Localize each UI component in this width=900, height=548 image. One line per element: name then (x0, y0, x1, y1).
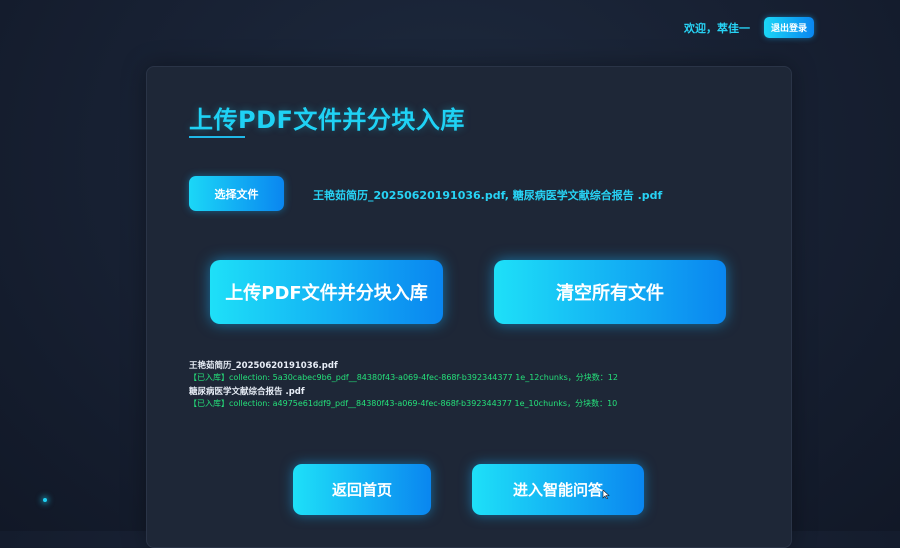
clear-all-files-button[interactable]: 清空所有文件 (494, 260, 726, 324)
file-name: 糖尿病医学文献综合报告 .pdf (189, 387, 305, 397)
logout-button[interactable]: 退出登录 (763, 17, 814, 38)
list-item: 王艳茹简历_20250620191036.pdf 【已入库】collection… (189, 361, 618, 383)
enter-qa-button[interactable]: 进入智能问答 (472, 464, 644, 515)
file-name: 王艳茹简历_20250620191036.pdf (189, 361, 338, 371)
top-bar: 欢迎，萃佳一 退出登录 (684, 17, 814, 38)
file-status: 【已入库】collection: 5a30cabec9b6_pdf__84380… (189, 373, 618, 382)
page-title: 上传PDF文件并分块入库 (189, 106, 465, 134)
upload-card: 上传PDF文件并分块入库 选择文件 王艳茹简历_20250620191036.p… (146, 66, 792, 548)
welcome-text: 欢迎，萃佳一 (683, 21, 750, 35)
list-item: 糖尿病医学文献综合报告 .pdf 【已入库】collection: a4975e… (189, 387, 618, 409)
decorative-glow-dot (43, 498, 47, 502)
upload-and-chunk-button[interactable]: 上传PDF文件并分块入库 (210, 260, 443, 324)
selected-files-text: 王艳茹简历_20250620191036.pdf, 糖尿病医学文献综合报告 .p… (313, 189, 663, 202)
back-to-home-button[interactable]: 返回首页 (293, 464, 431, 515)
uploaded-file-list: 王艳茹简历_20250620191036.pdf 【已入库】collection… (189, 361, 618, 413)
file-status: 【已入库】collection: a4975e61ddf9_pdf__84380… (189, 399, 618, 408)
title-underline (189, 136, 245, 138)
mouse-pointer-icon (602, 490, 610, 499)
choose-file-button[interactable]: 选择文件 (189, 176, 284, 211)
